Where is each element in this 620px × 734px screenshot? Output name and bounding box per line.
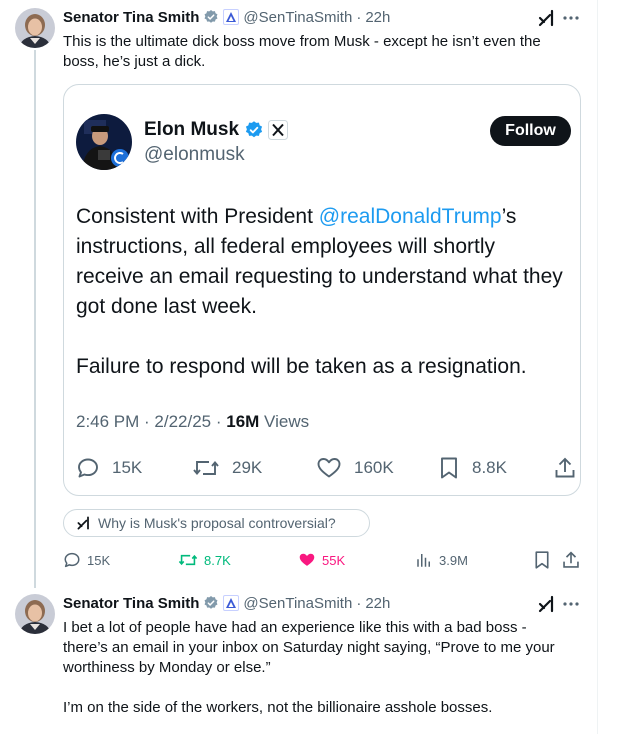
government-affiliation-icon [223, 595, 240, 611]
grok-question-chip[interactable]: Why is Musk's proposal controversial? [63, 509, 370, 537]
avatar-tina-smith[interactable] [15, 8, 55, 48]
repost-button[interactable]: 8.7K [178, 549, 231, 571]
views-count: 3.9M [439, 552, 468, 568]
grok-question-text: Why is Musk's proposal controversial? [98, 515, 336, 531]
author-handle[interactable]: @SenTinaSmith [243, 595, 352, 612]
gray-verified-badge-icon [203, 9, 219, 25]
gray-verified-badge-icon [203, 595, 219, 611]
more-options-icon[interactable] [561, 8, 581, 28]
government-affiliation-icon [223, 9, 240, 25]
analytics-icon [417, 554, 430, 567]
mention-link[interactable]: @realDonaldTrump [319, 205, 502, 228]
repost-icon [178, 554, 198, 566]
thread-connector-line [34, 50, 36, 588]
follow-button[interactable]: Follow [490, 116, 571, 146]
quoted-share-button[interactable] [554, 453, 588, 483]
grok-icon[interactable] [537, 8, 557, 28]
quoted-bookmark-count: 8.8K [472, 458, 507, 477]
post-text: This is the ultimate dick boss move from… [63, 33, 541, 70]
share-icon [563, 551, 579, 568]
quoted-like-count: 160K [354, 458, 394, 477]
reply-button[interactable]: 15K [63, 549, 110, 571]
post-time[interactable]: 22h [365, 595, 390, 612]
quoted-timestamp[interactable]: 2:46 PM · 2/22/25 · [76, 412, 226, 431]
post-header: Senator Tina Smith @SenTinaSmith · 22h [63, 7, 390, 27]
avatar-tina-smith[interactable] [15, 594, 55, 634]
author-handle[interactable]: @SenTinaSmith [243, 9, 352, 26]
author-name[interactable]: Senator Tina Smith [63, 595, 199, 612]
more-options-icon[interactable] [561, 594, 581, 614]
share-button[interactable] [562, 549, 586, 571]
views-button[interactable]: 3.9M [415, 549, 468, 571]
quoted-post-meta: 2:46 PM · 2/22/25 · 16M Views [76, 412, 309, 432]
column-border [597, 0, 598, 734]
post-text: I bet a lot of people have had an experi… [63, 619, 555, 676]
separator-dot: · [356, 8, 362, 26]
separator-dot: · [356, 594, 362, 612]
bookmark-icon [441, 457, 457, 479]
avatar-elon-musk[interactable] [76, 114, 132, 170]
quoted-repost-button[interactable]: 29K [192, 453, 262, 483]
post-time[interactable]: 22h [365, 9, 390, 26]
quoted-author-row: Elon Musk [144, 117, 289, 143]
reply-icon [78, 458, 98, 478]
verified-badge-icon [244, 120, 264, 140]
like-button[interactable]: 55K [298, 549, 345, 571]
post-header: Senator Tina Smith @SenTinaSmith · 22h [63, 593, 390, 613]
repost-count: 8.7K [204, 552, 231, 568]
quoted-reply-count: 15K [112, 458, 143, 477]
quoted-like-button[interactable]: 160K [316, 453, 394, 483]
quoted-author-name[interactable]: Elon Musk [144, 119, 239, 141]
quoted-views-label: Views [259, 412, 310, 431]
like-count: 55K [322, 552, 346, 568]
quoted-reply-button[interactable]: 15K [76, 453, 142, 483]
heart-filled-icon [299, 553, 315, 566]
grok-small-icon [77, 516, 89, 530]
quoted-author-handle[interactable]: @elonmusk [144, 144, 245, 166]
repost-icon [193, 461, 219, 475]
quoted-text-prefix: Consistent with President [76, 205, 319, 228]
quoted-repost-count: 29K [232, 458, 263, 477]
post-text-2: I’m on the side of the workers, not the … [63, 699, 493, 716]
post-action-bar: 15K 8.7K 55K 3.9M [63, 549, 583, 571]
author-name[interactable]: Senator Tina Smith [63, 9, 199, 26]
reply-icon [64, 552, 80, 568]
quoted-post-text-2: Failure to respond will be taken as a re… [76, 355, 527, 378]
bookmark-icon [535, 551, 549, 569]
reply-count: 15K [87, 552, 111, 568]
heart-icon [317, 458, 341, 478]
quoted-views-count: 16M [226, 412, 260, 431]
quoted-action-bar: 15K 29K 160K 8.8K [76, 453, 576, 483]
grok-icon[interactable] [537, 594, 557, 614]
share-icon [555, 457, 575, 478]
x-affiliation-icon [268, 120, 289, 140]
quoted-post-card[interactable]: Elon Musk @elonmusk Follow Consistent wi… [63, 84, 581, 496]
bookmark-button[interactable] [533, 549, 557, 571]
quoted-bookmark-button[interactable]: 8.8K [438, 453, 507, 483]
quoted-post-text: Consistent with President @realDonaldTru… [76, 202, 566, 322]
